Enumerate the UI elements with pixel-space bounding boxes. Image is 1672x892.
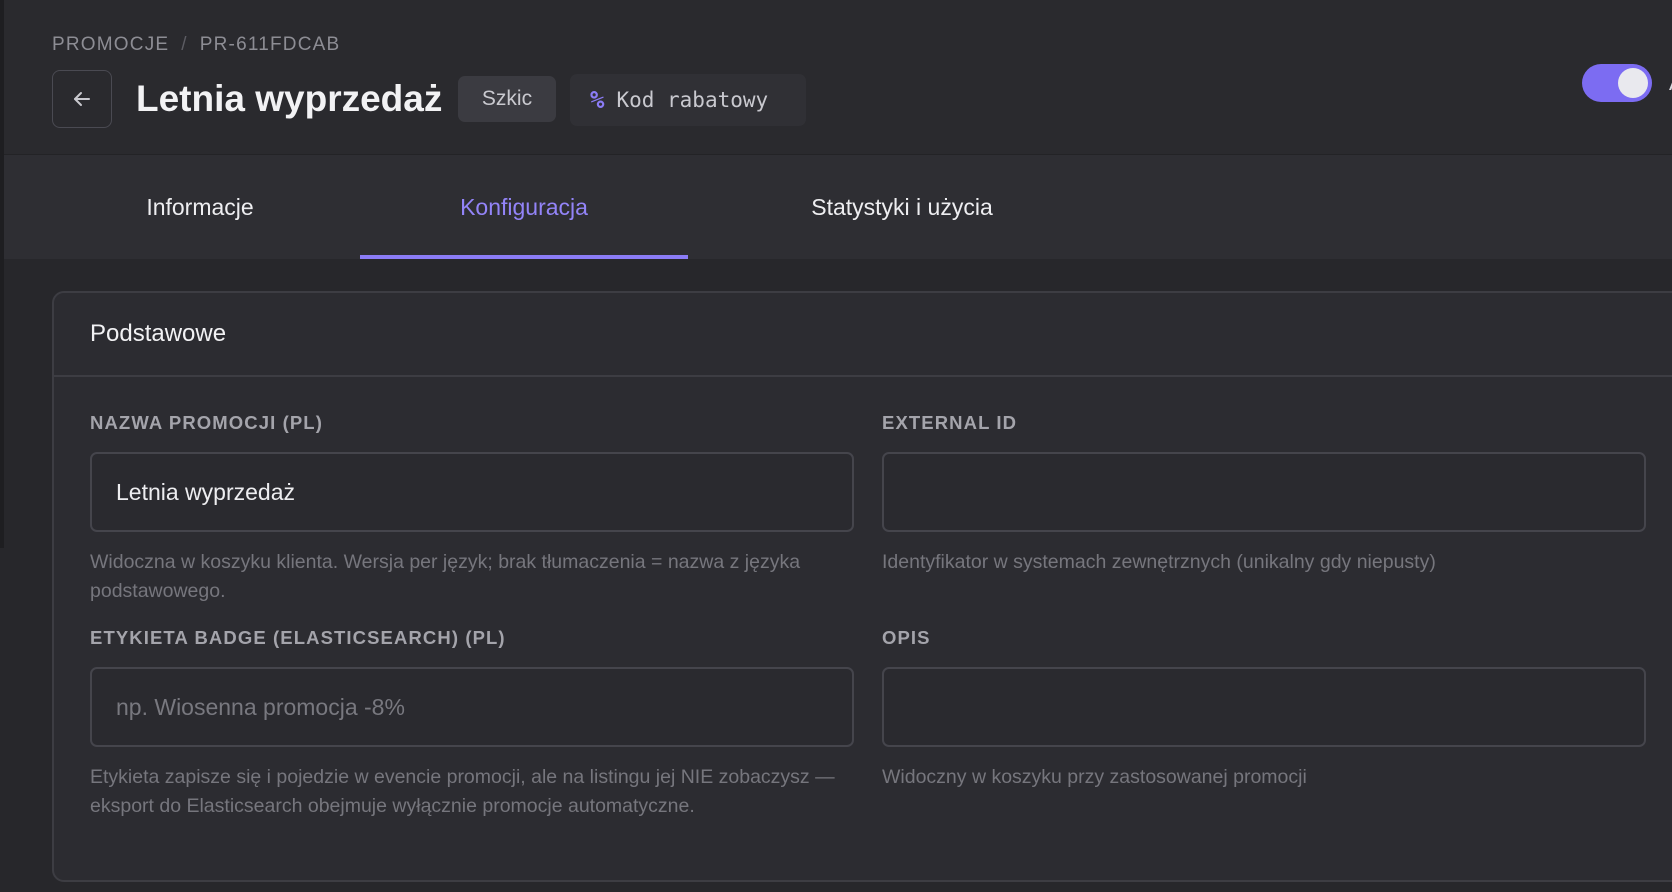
tab-informacje[interactable]: Informacje — [84, 155, 316, 259]
field-label: NAZWA PROMOCJI (PL) — [90, 412, 323, 433]
arrow-left-icon — [74, 92, 90, 106]
badge-label-input[interactable]: np. Wiosenna promocja -8% — [90, 667, 854, 747]
basic-settings-card: Podstawowe NAZWA PROMOCJI (PL) Letnia wy… — [52, 291, 1672, 882]
breadcrumb-separator: / — [181, 34, 188, 55]
tab-bar: Informacje Konfiguracja Statystyki i uży… — [4, 155, 1672, 259]
status-badge: Szkic — [458, 76, 556, 122]
breadcrumb-section[interactable]: PROMOCJE — [52, 34, 169, 56]
external-id-input[interactable] — [882, 452, 1646, 532]
back-button[interactable] — [52, 70, 112, 128]
field-help-text: Identyfikator w systemach zewnętrznych (… — [882, 551, 1436, 573]
card-title: Podstawowe — [54, 293, 1672, 377]
field-external-id: EXTERNAL ID Identyfikator w systemach ze… — [882, 412, 1646, 577]
description-input[interactable] — [882, 667, 1646, 747]
active-toggle[interactable] — [1582, 64, 1652, 102]
field-help-text: Etykieta zapisze się i pojedzie w evenci… — [90, 766, 835, 817]
field-help-text: Widoczna w koszyku klienta. Wersja per j… — [90, 551, 801, 602]
toggle-knob — [1618, 68, 1648, 98]
promotion-type-badge: % Kod rabatowy — [570, 74, 806, 126]
field-description: OPIS Widoczny w koszyku przy zastosowane… — [882, 627, 1646, 792]
tab-statystyki[interactable]: Statystyki i użycia — [764, 155, 1040, 259]
field-label: ETYKIETA BADGE (ELASTICSEARCH) (PL) — [90, 627, 506, 648]
field-label: OPIS — [882, 627, 931, 648]
tab-konfiguracja[interactable]: Konfiguracja — [360, 155, 688, 259]
promotion-name-input[interactable]: Letnia wyprzedaż — [90, 452, 854, 532]
page-header: PROMOCJE / PR-611FDCAB Letnia wyprzedaż … — [4, 0, 1672, 155]
field-label: EXTERNAL ID — [882, 412, 1018, 433]
page-title: Letnia wyprzedaż — [136, 78, 443, 119]
promotion-type-label: Kod rabatowy — [616, 88, 769, 112]
percent-icon: % — [590, 86, 605, 114]
breadcrumb: PROMOCJE / PR-611FDCAB — [52, 34, 340, 56]
field-badge-label: ETYKIETA BADGE (ELASTICSEARCH) (PL) np. … — [90, 627, 854, 821]
field-promotion-name: NAZWA PROMOCJI (PL) Letnia wyprzedaż Wid… — [90, 412, 854, 606]
field-help-text: Widoczny w koszyku przy zastosowanej pro… — [882, 766, 1307, 788]
breadcrumb-current-id: PR-611FDCAB — [199, 34, 341, 55]
